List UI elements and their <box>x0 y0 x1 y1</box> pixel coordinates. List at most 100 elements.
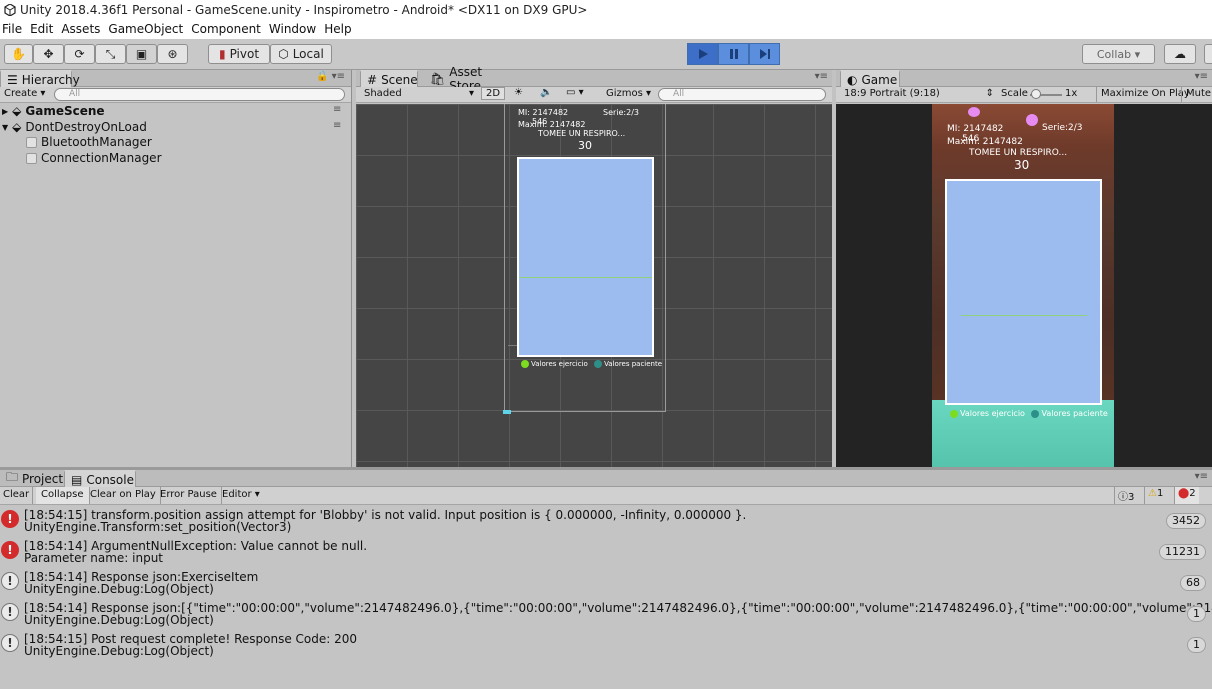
panel-menu-icon[interactable]: ▾≡ <box>1195 471 1208 482</box>
tab-project[interactable]: 🗀 Project <box>0 470 64 487</box>
console-row[interactable]: ! [18:54:14] ArgumentNullException: Valu… <box>0 536 1212 567</box>
console-row[interactable]: ! [18:54:14] Response json:ExerciseItem … <box>0 567 1212 598</box>
clear-button[interactable]: Clear <box>0 487 34 504</box>
2d-toggle[interactable]: 2D <box>481 87 506 100</box>
console-row[interactable]: ! [18:54:14] Response json:[{"time":"00:… <box>0 598 1212 629</box>
gameobject-icon <box>26 152 37 164</box>
gameobject-icon <box>26 136 37 148</box>
shading-mode-select[interactable]: Shaded ▾ <box>364 88 474 99</box>
console-row[interactable]: ! [18:54:15] Post request complete! Resp… <box>0 629 1212 660</box>
hud-small-value: 546 <box>962 134 980 144</box>
chart-line <box>961 315 1087 316</box>
tab-hierarchy-label: Hierarchy <box>21 72 80 87</box>
scale-icon: ⤡ <box>105 46 116 61</box>
error-pause-toggle[interactable]: Error Pause <box>156 487 222 504</box>
store-icon: 🛍 <box>430 71 446 86</box>
panel-menu-icon[interactable]: ▾≡ <box>815 71 828 82</box>
hierarchy-item-bluetoothmanager[interactable]: BluetoothManager <box>26 134 152 150</box>
pause-button[interactable] <box>718 43 749 65</box>
rect-tool-button[interactable]: ▣ <box>126 44 157 64</box>
menu-window[interactable]: Window <box>269 22 322 36</box>
menu-file[interactable]: File <box>2 22 28 36</box>
scene-view[interactable]: MI: 2147482 Serie:2/3 Maxim: 2147482 546… <box>356 104 832 467</box>
cloud-button[interactable]: ☁ <box>1164 44 1196 64</box>
editor-dropdown[interactable]: Editor ▾ <box>218 487 264 504</box>
scale-slider-thumb[interactable] <box>1031 89 1041 99</box>
menu-help[interactable]: Help <box>324 22 357 36</box>
rotate-tool-button[interactable]: ⟳ <box>64 44 95 64</box>
pivot-toggle[interactable]: ▮ Pivot <box>208 44 270 64</box>
warning-filter-toggle[interactable]: ⚠1 <box>1144 487 1166 504</box>
scene-search-input[interactable]: All <box>658 88 826 101</box>
aspect-label: 18:9 Portrait (9:18) <box>844 88 940 99</box>
console-row[interactable]: ! [18:54:15] transform.position assign a… <box>0 505 1212 536</box>
hud-message: TOMEE UN RESPIRO... <box>538 129 626 138</box>
info-filter-toggle[interactable]: ⓘ3 <box>1114 487 1137 504</box>
game-view[interactable]: MI: 2147482 Serie:2/3 Maxim: 2147482 546… <box>836 104 1212 467</box>
error-icon: ⬤ <box>1178 488 1190 499</box>
console-stacktrace: UnityEngine.Debug:Log(Object) <box>24 613 214 627</box>
console-stacktrace: UnityEngine.Debug:Log(Object) <box>24 644 214 658</box>
legend-patient-dot <box>594 360 603 368</box>
console-stacktrace: Parameter name: input <box>24 551 164 565</box>
hierarchy-search-placeholder: All <box>69 89 81 99</box>
clear-on-play-toggle[interactable]: Clear on Play <box>86 487 161 504</box>
console-count-badge: 1 <box>1187 637 1206 653</box>
error-icon: ! <box>1 541 19 559</box>
scale-tool-button[interactable]: ⤡ <box>95 44 126 64</box>
aspect-select[interactable]: 18:9 Portrait (9:18) ⇕ <box>844 88 994 99</box>
play-button[interactable] <box>687 43 718 65</box>
play-icon <box>698 49 708 59</box>
hierarchy-item-connectionmanager[interactable]: ConnectionManager <box>26 150 162 166</box>
tab-asset-store[interactable]: 🛍 Asset Store <box>424 65 514 93</box>
hierarchy-item-gamescene[interactable]: ▶ ⬙ GameScene <box>2 103 105 119</box>
game-subbar: 18:9 Portrait (9:18) ⇕ Scale 1x Maximize … <box>836 87 1212 103</box>
mute-toggle[interactable]: Mute <box>1181 87 1212 102</box>
tab-console[interactable]: ▤ Console <box>64 470 136 487</box>
error-filter-toggle[interactable]: ⬤2 <box>1174 487 1199 504</box>
collab-button[interactable]: Collab ▾ <box>1082 44 1155 64</box>
menu-gameobject[interactable]: GameObject <box>108 22 189 36</box>
gizmos-button[interactable]: Gizmos ▾ <box>606 88 651 99</box>
tab-hierarchy[interactable]: ☰ Hierarchy <box>0 70 80 87</box>
hierarchy-subbar: Create ▾ All <box>0 87 351 103</box>
hud-maxim: Maxim: 2147482 <box>518 120 586 129</box>
create-button[interactable]: Create ▾ <box>4 88 45 99</box>
console-stacktrace: UnityEngine.Debug:Log(Object) <box>24 582 214 596</box>
pivot-label: Pivot <box>229 47 260 61</box>
move-tool-button[interactable]: ✥ <box>33 44 64 64</box>
local-toggle[interactable]: ⬡ Local <box>270 44 332 64</box>
tab-project-label: Project <box>22 471 64 486</box>
menu-assets[interactable]: Assets <box>61 22 106 36</box>
main-toolbar: ✋ ✥ ⟳ ⤡ ▣ ⊛ ▮ Pivot ⬡ Local Collab ▾ ☁ <box>0 39 1212 70</box>
pause-icon <box>729 49 738 59</box>
info-icon: ! <box>1 572 19 590</box>
console-count-badge: 68 <box>1180 575 1206 591</box>
menu-edit[interactable]: Edit <box>30 22 59 36</box>
console-tabbar: 🗀 Project ▤ Console ▾≡ <box>0 470 1212 487</box>
warning-icon: ⚠ <box>1148 488 1157 499</box>
account-button[interactable] <box>1204 44 1212 64</box>
chart-legend: Valores ejercicio Valores paciente <box>521 360 662 368</box>
maximize-on-play-toggle[interactable]: Maximize On Play <box>1096 87 1194 102</box>
step-button[interactable] <box>749 43 780 65</box>
collapse-toggle[interactable]: Collapse <box>36 487 90 504</box>
item-menu-icon[interactable]: ≡ <box>333 104 341 115</box>
menu-component[interactable]: Component <box>191 22 267 36</box>
item-menu-icon[interactable]: ≡ <box>333 120 341 131</box>
tab-game[interactable]: ◐ Game <box>840 70 900 87</box>
scene-tabbar: # Scene 🛍 Asset Store ▾≡ <box>356 65 832 93</box>
tab-scene[interactable]: # Scene <box>360 70 418 87</box>
panel-menu-icon[interactable]: ▾≡ <box>1195 71 1208 82</box>
legend-patient: Valores paciente <box>1041 409 1108 418</box>
hierarchy-item-dontdestroyonload[interactable]: ▼ ⬙ DontDestroyOnLoad <box>2 119 147 135</box>
hierarchy-search-input[interactable]: All <box>54 88 345 101</box>
hand-tool-button[interactable]: ✋ <box>4 44 33 64</box>
tab-game-label: Game <box>861 72 898 87</box>
panel-menu-icon[interactable]: 🔒 ▾≡ <box>316 71 345 82</box>
effects-icon[interactable]: ▭ ▾ <box>566 87 584 98</box>
lighting-icon[interactable]: ☀ <box>514 87 523 98</box>
transform-tool-button[interactable]: ⊛ <box>157 44 188 64</box>
audio-icon[interactable]: 🔈 <box>540 87 552 98</box>
local-label: Local <box>292 47 324 61</box>
